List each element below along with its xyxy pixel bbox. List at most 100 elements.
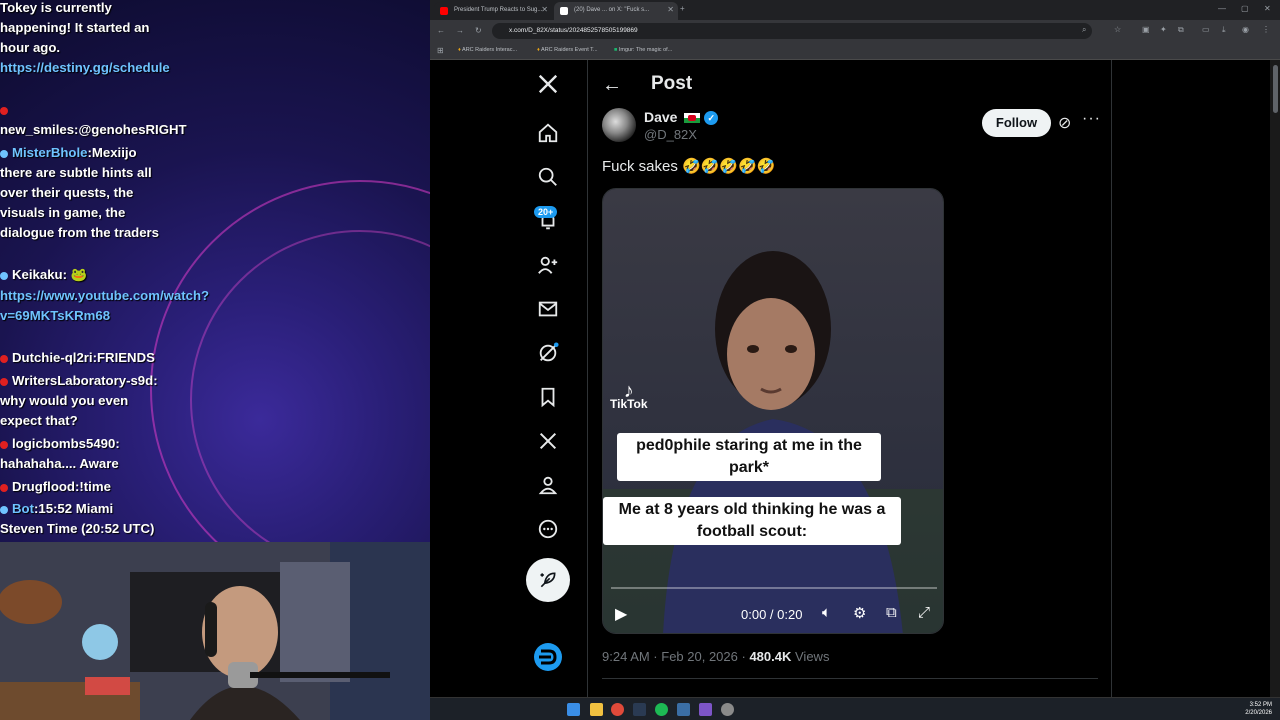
- views-count: 480.4K: [749, 649, 792, 664]
- webcam-scene: [0, 542, 430, 720]
- scrollbar-thumb[interactable]: [1273, 65, 1278, 113]
- bookmark-item[interactable]: ♦ ARC Raiders Event T...: [537, 47, 598, 53]
- chat-message: logicbombs5490: hahahaha.... Aware: [0, 434, 160, 474]
- author-name[interactable]: Dave ✓: [644, 109, 719, 126]
- chat-message[interactable]: https://destiny.gg/schedule: [0, 58, 170, 78]
- grok-explain-icon[interactable]: ⊘: [1058, 113, 1071, 133]
- apps-icon[interactable]: ⊞: [437, 46, 444, 55]
- verified-badge-icon: ✓: [704, 111, 719, 126]
- profile-icon[interactable]: ◉: [1242, 25, 1249, 34]
- video-caption-top: ped0phile staring at me in the park*: [617, 433, 881, 481]
- file-explorer-icon[interactable]: [590, 703, 603, 716]
- destiny-logo-icon: [534, 643, 562, 671]
- search-icon: [538, 167, 557, 186]
- follow-button[interactable]: Follow: [982, 109, 1051, 137]
- nav-grok[interactable]: [526, 336, 570, 370]
- chat-message: Drugflood:!time: [0, 477, 160, 497]
- chat-message[interactable]: https://www.youtube.com/watch?v=69MKTsKR…: [0, 286, 209, 326]
- chrome-icon[interactable]: [611, 703, 624, 716]
- url-text: x.com/D_82X/status/2024852578505199869: [509, 27, 638, 34]
- video-player[interactable]: ♪ TikTok ped0phile staring at me in the …: [602, 188, 944, 634]
- author-handle[interactable]: @D_82X: [644, 127, 697, 142]
- home-icon: [538, 123, 558, 143]
- window-close-icon[interactable]: ✕: [1264, 4, 1271, 13]
- more-options-icon[interactable]: ···: [1082, 110, 1101, 128]
- x-home-logo[interactable]: [526, 67, 570, 101]
- screen: Tokey is currently happening! It started…: [0, 0, 1280, 720]
- bookmark-item[interactable]: ♦ ARC Raiders Interac...: [458, 47, 517, 53]
- settings-gear-icon[interactable]: ⚙: [853, 604, 866, 622]
- pip-icon[interactable]: ⧉: [886, 604, 897, 621]
- tab-x-post[interactable]: (20) Dave ... on X: "Fuck s... ✕: [554, 2, 678, 20]
- settings-icon[interactable]: [721, 703, 734, 716]
- new-tab-icon[interactable]: +: [680, 4, 685, 13]
- back-arrow-icon[interactable]: ←: [602, 74, 622, 97]
- puzzle-icon[interactable]: ⧉: [1178, 25, 1184, 35]
- downloads-icon[interactable]: ⤓: [1222, 25, 1226, 35]
- back-icon[interactable]: ←: [437, 26, 445, 35]
- views-label: Views: [795, 649, 830, 664]
- nav-explore[interactable]: [526, 160, 570, 194]
- chat-text: :: [62, 267, 71, 282]
- spotify-icon[interactable]: [655, 703, 668, 716]
- address-bar[interactable]: x.com/D_82X/status/2024852578505199869: [492, 23, 1092, 39]
- system-clock[interactable]: 3:52 PM 2/20/2026: [1245, 701, 1272, 717]
- sidepanel-icon[interactable]: ▭: [1202, 25, 1210, 34]
- chat-text: :!time: [75, 479, 111, 494]
- forward-icon[interactable]: →: [456, 26, 464, 35]
- obs-icon[interactable]: [699, 703, 712, 716]
- chat-message: Bot:15:52 Miami Steven Time (20:52 UTC): [0, 499, 160, 539]
- bookmark-star-icon[interactable]: ☆: [1114, 25, 1121, 34]
- post-timestamp[interactable]: 9:24 AM · Feb 20, 2026: [602, 649, 738, 664]
- menu-icon[interactable]: ⋮: [1262, 25, 1270, 34]
- start-button-icon[interactable]: [567, 703, 580, 716]
- close-icon[interactable]: ✕: [541, 5, 548, 14]
- nav-messages[interactable]: [526, 292, 570, 326]
- tiktok-watermark: ♪ TikTok: [610, 380, 648, 411]
- zoom-icon[interactable]: ⌕: [1082, 25, 1086, 35]
- avatar[interactable]: [602, 108, 636, 142]
- chat-username: Bot: [12, 501, 34, 516]
- app-icon[interactable]: [633, 703, 646, 716]
- compose-post-button[interactable]: [526, 558, 570, 602]
- chat-text: :FRIENDS: [92, 350, 155, 365]
- user-badge-icon: [0, 106, 8, 115]
- x-logo-icon: [538, 74, 558, 94]
- bookmark-item[interactable]: ■ Imgur: The magic of...: [614, 47, 672, 53]
- fullscreen-icon[interactable]: ⤢: [918, 604, 930, 621]
- bookmark-icon: [541, 387, 555, 408]
- tab-youtube[interactable]: President Trump Reacts to Sug... ✕: [434, 2, 552, 20]
- more-circle-icon: [538, 519, 558, 539]
- extension-icon[interactable]: ✦: [1160, 25, 1167, 34]
- nav-bookmarks[interactable]: [526, 380, 570, 414]
- nav-notifications[interactable]: 20+: [526, 204, 570, 238]
- nav-premium[interactable]: [526, 424, 570, 458]
- emote-icon: 🐸: [70, 267, 88, 282]
- account-switcher[interactable]: [526, 640, 570, 674]
- nav-profile[interactable]: [526, 468, 570, 502]
- minimize-icon[interactable]: —: [1218, 4, 1226, 13]
- add-person-icon: [538, 256, 558, 274]
- nav-home[interactable]: [526, 116, 570, 150]
- extension-icon[interactable]: ▣: [1142, 25, 1150, 34]
- reload-icon[interactable]: ↻: [475, 26, 482, 35]
- chat-message: Dutchie-ql2ri:FRIENDS: [0, 348, 160, 368]
- close-icon[interactable]: ✕: [667, 5, 674, 14]
- headphones: [205, 602, 217, 657]
- scrollbar[interactable]: [1270, 60, 1280, 697]
- books: [85, 677, 130, 695]
- play-icon[interactable]: ▶: [615, 604, 627, 624]
- nav-follow[interactable]: [526, 248, 570, 282]
- column-divider: [587, 60, 588, 697]
- video-progress-bar[interactable]: [611, 587, 937, 589]
- chat-username: logicbombs5490: [12, 436, 116, 451]
- user-badge-icon: [0, 483, 8, 492]
- steam-icon[interactable]: [677, 703, 690, 716]
- maximize-icon[interactable]: ▢: [1241, 4, 1249, 13]
- webcam-feed: [0, 542, 430, 720]
- user-badge-icon: [0, 271, 8, 280]
- x-premium-icon: [539, 432, 557, 450]
- browser-window: ▾ President Trump Reacts to Sug... ✕ (20…: [430, 0, 1280, 697]
- volume-icon[interactable]: 🔈︎: [822, 604, 831, 621]
- nav-more[interactable]: [526, 512, 570, 546]
